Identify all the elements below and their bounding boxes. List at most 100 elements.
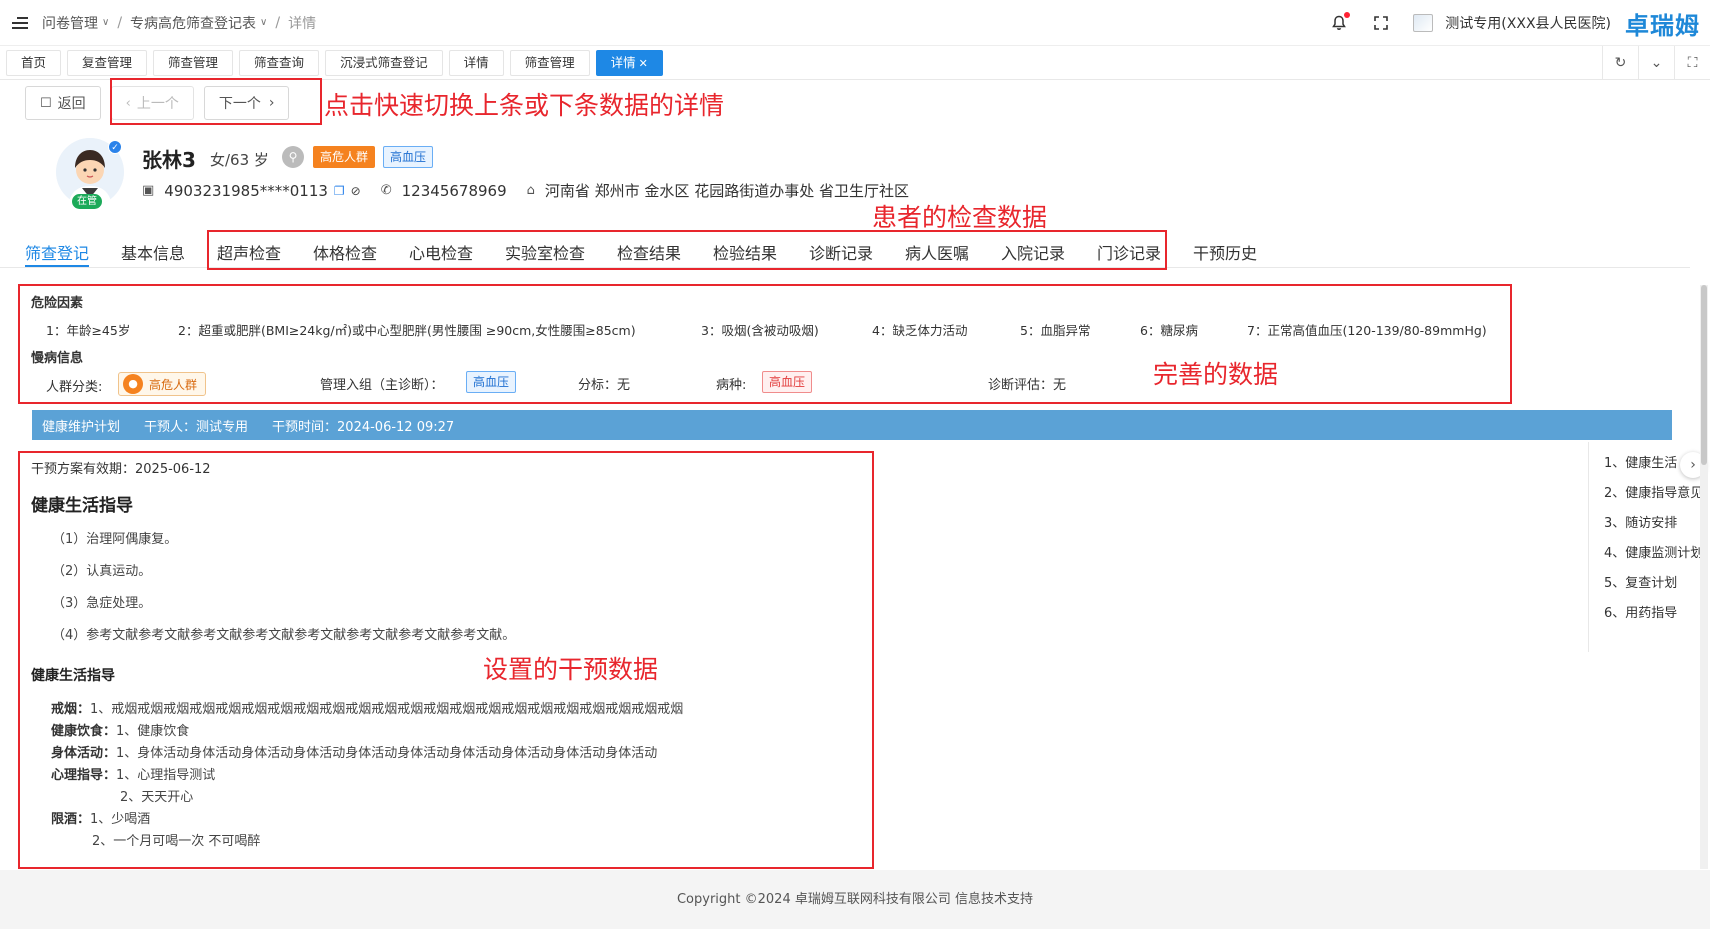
guide-detail-psych: 心理指导：1、心理指导测试 bbox=[51, 768, 216, 783]
guide-title: 健康生活指导 bbox=[31, 496, 133, 516]
outline-item-lifestyle[interactable]: 1、健康生活 bbox=[1604, 452, 1677, 471]
bell-icon[interactable] bbox=[1331, 12, 1351, 31]
breadcrumb-item-questionnaire[interactable]: 问卷管理 ∨ bbox=[42, 13, 109, 33]
dtab-intervention-history[interactable]: 干预历史 bbox=[1193, 240, 1257, 264]
menu-toggle-icon[interactable] bbox=[12, 16, 28, 29]
guide-item: （4）参考文献参考文献参考文献参考文献参考文献参考文献参考文献参考文献。 bbox=[52, 628, 516, 643]
user-avatar[interactable] bbox=[1413, 14, 1434, 32]
plan-operator: 干预人：测试专用 bbox=[144, 419, 249, 435]
annotation-box-exam bbox=[207, 230, 1167, 270]
guide-item: （2）认真运动。 bbox=[52, 564, 152, 579]
guide-detail-psych-2: 2、天天开心 bbox=[120, 790, 194, 805]
active-tab-indicator bbox=[25, 265, 89, 267]
breadcrumb-separator: / bbox=[117, 14, 123, 31]
plan-time: 干预时间：2024-06-12 09:27 bbox=[272, 419, 455, 435]
tab-screening[interactable]: 筛查管理 bbox=[153, 49, 234, 76]
status-badge: 在管 bbox=[72, 194, 102, 209]
dtab-basic-info[interactable]: 基本信息 bbox=[121, 240, 185, 264]
chevron-down-icon[interactable]: ⌄ bbox=[1638, 46, 1674, 80]
annotation-box-nav bbox=[110, 78, 322, 125]
disease-tag: 高血压 bbox=[762, 371, 813, 393]
tag-hypertension: 高血压 bbox=[383, 146, 434, 168]
health-plan-bar: 健康维护计划 干预人：测试专用 干预时间：2024-06-12 09:27 bbox=[32, 410, 1672, 440]
maximize-icon[interactable]: ⛶ bbox=[1674, 46, 1710, 80]
annotation-exam-text: 患者的检查数据 bbox=[872, 203, 1048, 232]
org-name[interactable]: 测试专用(XXX县人民医院) bbox=[1445, 13, 1611, 33]
patient-info-row: ▣ 4903231985****0113 ❐ ⊘ ✆ 12345678969 ⌂… bbox=[142, 180, 909, 201]
tab-home[interactable]: 首页 bbox=[6, 49, 62, 76]
outline-divider bbox=[1588, 442, 1589, 652]
score-label: 分标：无 bbox=[578, 378, 631, 393]
link-icon[interactable]: ⚲ bbox=[282, 146, 304, 168]
tab-review[interactable]: 复查管理 bbox=[67, 49, 148, 76]
patient-id-number: 4903231985****0113 bbox=[164, 181, 328, 200]
user-icon: ● bbox=[123, 374, 143, 394]
tab-screening-manage[interactable]: 筛查管理 bbox=[509, 49, 590, 76]
plan-validity: 干预方案有效期：2025-06-12 bbox=[31, 462, 211, 477]
page-tabs-bar: 首页 复查管理 筛查管理 筛查查询 沉浸式筛查登记 详情 筛查管理 详情 ✕ ↻ … bbox=[0, 46, 1710, 80]
annotation-intervention-text: 设置的干预数据 bbox=[483, 655, 659, 684]
population-label: 人群分类: bbox=[46, 380, 103, 395]
scrollbar-thumb[interactable] bbox=[1701, 285, 1707, 465]
risk-item: 4：缺乏体力活动 bbox=[872, 323, 968, 338]
outline-item-review[interactable]: 5、复查计划 bbox=[1604, 572, 1677, 591]
tab-screening-query[interactable]: 筛查查询 bbox=[239, 49, 320, 76]
patient-address: 河南省 郑州市 金水区 花园路街道办事处 省卫生厅社区 bbox=[544, 182, 909, 200]
guide-detail-alcohol-2: 2、一个月可喝一次 不可喝醉 bbox=[92, 834, 261, 849]
tab-detail[interactable]: 详情 bbox=[448, 49, 504, 76]
eval-label: 诊断评估：无 bbox=[988, 378, 1067, 393]
copy-icon[interactable]: ❐ bbox=[334, 184, 345, 198]
back-button[interactable]: ☐ 返回 bbox=[25, 86, 101, 120]
guide-item: （1）治理阿偶康复。 bbox=[52, 532, 178, 547]
breadcrumb-item-form[interactable]: 专病高危筛查登记表 ∨ bbox=[130, 13, 267, 33]
risk-item: 7：正常高值血压(120-139/80-89mmHg) bbox=[1247, 323, 1487, 338]
population-tag: ● 高危人群 bbox=[118, 372, 207, 396]
dtab-screening-register[interactable]: 筛查登记 bbox=[25, 240, 89, 264]
risk-item: 5：血脂异常 bbox=[1020, 323, 1091, 338]
guide-detail-activity: 身体活动：1、身体活动身体活动身体活动身体活动身体活动身体活动身体活动身体活动身… bbox=[51, 746, 658, 761]
page: { "header": { "breadcrumb": ["问卷管理", "专病… bbox=[0, 0, 1710, 929]
disease-label: 病种: bbox=[716, 378, 747, 393]
id-card-icon: ▣ bbox=[142, 183, 155, 198]
tag-high-risk: 高危人群 bbox=[313, 146, 376, 168]
patient-avatar: ✓ 在管 bbox=[56, 138, 124, 209]
risk-item: 2：超重或肥胖(BMI≥24kg/㎡)或中心型肥胖(男性腰围 ≥90cm,女性腰… bbox=[178, 323, 636, 338]
top-bar: 问卷管理 ∨ / 专病高危筛查登记表 ∨ / 详情 测试专用(XXX县人民医院) 卓… bbox=[0, 0, 1710, 46]
breadcrumb: 问卷管理 ∨ / 专病高危筛查登记表 ∨ / 详情 bbox=[42, 13, 316, 33]
fullscreen-icon[interactable] bbox=[1373, 15, 1389, 31]
notification-dot bbox=[1344, 12, 1351, 18]
outline-item-medication[interactable]: 6、用药指导 bbox=[1604, 602, 1677, 621]
chronic-title: 慢病信息 bbox=[31, 351, 84, 366]
tab-immersive-screening[interactable]: 沉浸式筛查登记 bbox=[325, 49, 443, 76]
guide-detail-smoking: 戒烟：1、戒烟戒烟戒烟戒烟戒烟戒烟戒烟戒烟戒烟戒烟戒烟戒烟戒烟戒烟戒烟戒烟戒烟戒… bbox=[51, 702, 684, 717]
guide-subtitle: 健康生活指导 bbox=[31, 668, 115, 684]
patient-gender-age: 女/63 岁 bbox=[210, 151, 269, 169]
verified-icon: ✓ bbox=[108, 140, 122, 154]
phone-icon: ✆ bbox=[380, 183, 392, 198]
patient-name: 张林3 bbox=[142, 148, 196, 172]
outline-item-monitoring[interactable]: 4、健康监测计划 bbox=[1604, 542, 1703, 561]
group-label: 管理入组（主诊断）： bbox=[320, 378, 444, 393]
patient-phone: 12345678969 bbox=[401, 181, 507, 200]
outline-item-followup[interactable]: 3、随访安排 bbox=[1604, 512, 1677, 531]
home-icon: ⌂ bbox=[526, 183, 535, 198]
refresh-icon[interactable]: ↻ bbox=[1602, 46, 1638, 80]
chevron-down-icon: ∨ bbox=[260, 17, 268, 28]
guide-detail-diet: 健康饮食：1、健康饮食 bbox=[51, 724, 190, 739]
plan-title: 健康维护计划 bbox=[42, 419, 121, 435]
guide-detail-alcohol: 限酒：1、少喝酒 bbox=[51, 812, 151, 827]
annotation-complete-text: 完善的数据 bbox=[1153, 360, 1279, 389]
scrollbar[interactable] bbox=[1700, 285, 1708, 869]
annotation-nav-text: 点击快速切换上条或下条数据的详情 bbox=[324, 91, 725, 120]
brand-logo: 卓瑞姆 bbox=[1625, 11, 1700, 40]
outline-item-advice[interactable]: 2、健康指导意见 bbox=[1604, 482, 1703, 501]
risk-item: 3：吸烟(含被动吸烟) bbox=[701, 323, 819, 338]
tab-detail-active[interactable]: 详情 ✕ bbox=[595, 49, 663, 76]
close-icon[interactable]: ✕ bbox=[639, 57, 648, 70]
guide-item: （3）急症处理。 bbox=[52, 596, 152, 611]
annotation-box-intervention bbox=[18, 451, 874, 869]
group-tag: 高血压 bbox=[466, 371, 517, 393]
eye-off-icon[interactable]: ⊘ bbox=[351, 184, 361, 198]
footer: Copyright ©2024 卓瑞姆互联网科技有限公司 信息技术支持 bbox=[0, 870, 1710, 929]
breadcrumb-separator: / bbox=[275, 14, 281, 31]
